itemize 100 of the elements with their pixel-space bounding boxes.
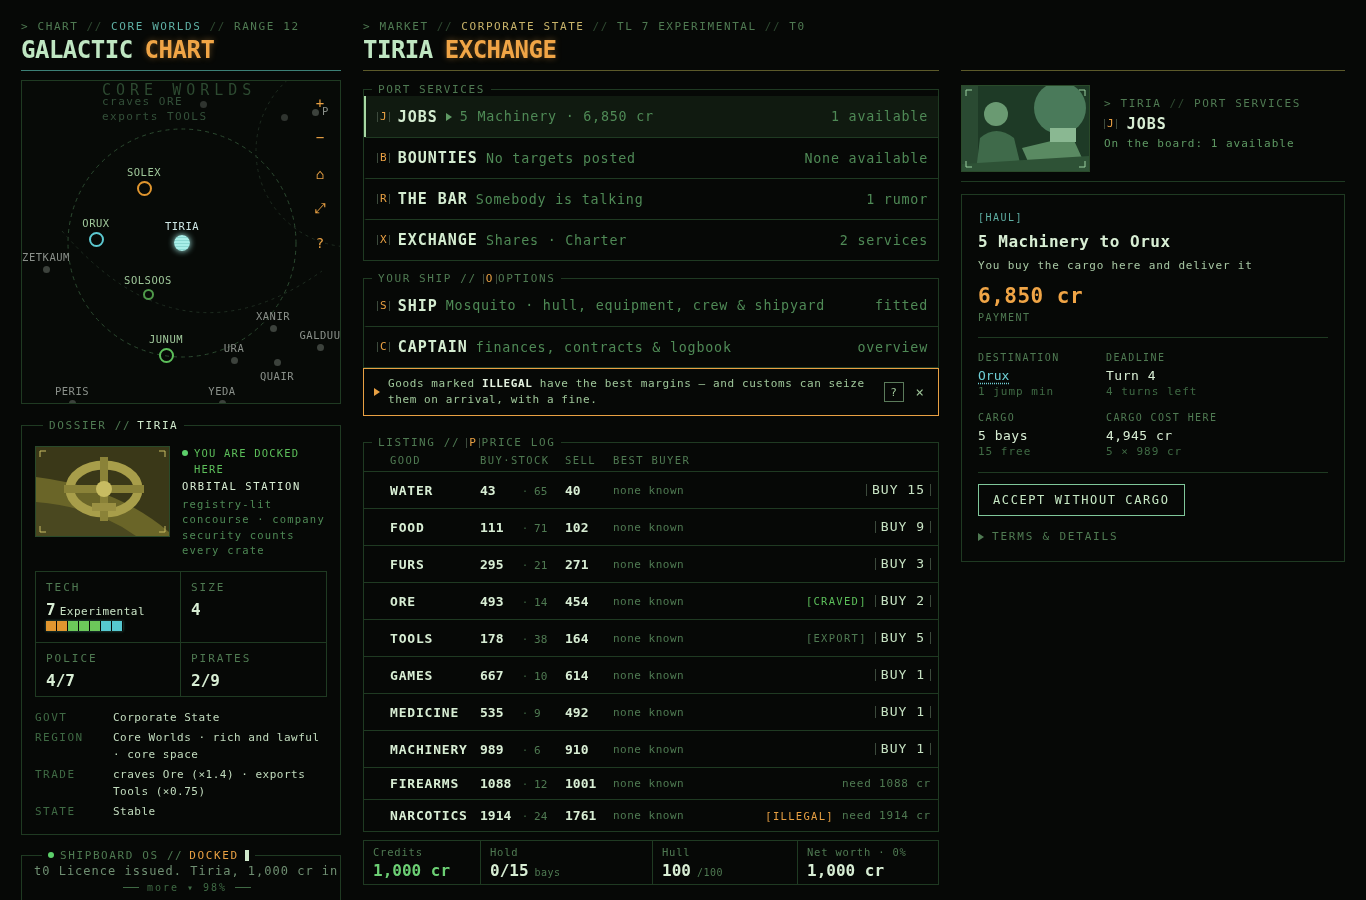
accept-button[interactable]: ACCEPT WITHOUT CARGO <box>978 484 1185 516</box>
breadcrumb-text: T0 <box>789 19 806 33</box>
key-hint: R <box>377 194 390 204</box>
section-label: DOSSIER // <box>49 419 132 432</box>
service-item[interactable]: R THE BAR Somebody is talking 1 rumor <box>364 178 938 219</box>
stat-unit: bays <box>534 867 561 878</box>
terms-link[interactable]: TERMS & DETAILS <box>992 530 1119 543</box>
sell-price: 454 <box>565 593 590 609</box>
field-note: 5 × 989 cr <box>1106 445 1183 458</box>
separator-dot: · <box>522 811 529 822</box>
map-control[interactable]: − <box>312 129 328 145</box>
map-control[interactable]: ⤢ <box>312 200 328 216</box>
buy-button[interactable]: BUY 3 <box>874 558 931 570</box>
star-system-marker[interactable] <box>316 343 324 351</box>
system-label[interactable]: GALDUU <box>299 328 340 341</box>
stat-label: PIRATES <box>191 651 253 665</box>
stat-label: Credits <box>373 846 424 858</box>
buy-button[interactable]: BUY 15 <box>866 484 931 496</box>
buy-price: 535 <box>480 704 505 720</box>
service-item[interactable]: B BOUNTIES No targets posted None available <box>364 137 938 178</box>
key-hint: O <box>482 273 497 284</box>
breadcrumb-text: PORT SERVICES <box>1194 96 1301 110</box>
field-label: DEADLINE <box>1106 352 1166 363</box>
field-value: 5 bays <box>978 428 1028 443</box>
separator-dot: · <box>522 596 529 608</box>
key-hint: P <box>466 437 481 448</box>
stat-label: Hold <box>490 846 520 858</box>
star-system-marker[interactable] <box>142 288 154 300</box>
buy-price: 1914 <box>480 808 513 823</box>
star-system-marker[interactable] <box>311 108 319 116</box>
stat-label: TECH <box>46 580 82 594</box>
help-button[interactable]: ? <box>883 382 904 402</box>
close-button[interactable]: × <box>911 384 928 400</box>
good-name: FOOD <box>390 519 426 535</box>
stock-count: 38 <box>534 632 548 646</box>
system-label[interactable]: ORUX <box>82 216 110 229</box>
system-label[interactable]: XANIR <box>255 309 291 322</box>
best-buyer: none known <box>613 483 686 497</box>
separator-dot: · <box>522 707 529 719</box>
system-label[interactable]: PERIS <box>54 384 90 397</box>
service-item[interactable]: C CAPTAIN finances, contracts & logbook overview <box>364 326 938 367</box>
buy-button[interactable]: BUY 9 <box>874 521 931 533</box>
star-system-marker[interactable] <box>136 180 152 196</box>
buy-price: 111 <box>480 519 505 535</box>
cursor-icon <box>244 849 249 861</box>
separator-dot: · <box>522 522 529 534</box>
breadcrumb-text: RANGE 12 <box>233 19 300 33</box>
map-control[interactable]: ⌂ <box>312 166 328 182</box>
star-system-marker[interactable] <box>230 356 238 364</box>
stock-count: 24 <box>534 810 548 823</box>
star-system-marker[interactable] <box>88 231 104 247</box>
buy-button[interactable]: BUY 2 <box>874 595 931 607</box>
stock-count: 10 <box>534 669 548 683</box>
system-label[interactable]: SOLSOOS <box>124 273 172 286</box>
funds-needed: need 1914 cr <box>841 809 931 822</box>
dock-status: DOCKED <box>189 849 239 862</box>
system-label[interactable]: JUNUM <box>148 332 184 345</box>
job-description: You buy the cargo here and deliver it <box>978 259 1254 272</box>
map-control[interactable]: ? <box>312 235 328 251</box>
section-label: SHIPBOARD OS // <box>60 849 184 862</box>
buy-button[interactable]: BUY 5 <box>874 632 931 644</box>
breadcrumb-text: // <box>436 19 454 33</box>
system-label[interactable]: SOLEX <box>126 165 162 178</box>
star-system-marker[interactable] <box>174 235 190 251</box>
system-label[interactable]: URA <box>223 341 245 354</box>
panel-title: JOBS <box>1126 115 1167 133</box>
service-item[interactable]: S SHIP Mosquito · hull, equipment, crew & shipyard fitted <box>364 285 938 326</box>
system-label[interactable]: ZETKAUM <box>22 250 70 263</box>
buy-price: 989 <box>480 741 505 757</box>
service-item[interactable]: X EXCHANGE Shares · Charter 2 services <box>364 219 938 260</box>
trade-tag: [CRAVED] <box>805 595 867 607</box>
system-label[interactable]: QUAIR <box>259 370 295 382</box>
best-buyer: none known <box>613 631 686 645</box>
sell-price: 910 <box>565 741 590 757</box>
section-link[interactable]: OPTIONS <box>497 272 556 285</box>
station-type: ORBITAL STATION <box>182 479 302 494</box>
good-name: MEDICINE <box>390 704 460 720</box>
star-system-marker[interactable] <box>158 347 174 363</box>
section-link[interactable]: PRICE LOG <box>481 436 556 449</box>
service-item[interactable]: J JOBS 5 Machinery · 6,850 cr 1 available <box>364 96 938 137</box>
breadcrumb-text: TL 7 EXPERIMENTAL <box>617 19 757 33</box>
buy-price: 493 <box>480 593 505 609</box>
stock-count: 14 <box>534 595 548 609</box>
buy-button[interactable]: BUY 1 <box>874 706 931 718</box>
key-hint: S <box>377 300 390 311</box>
system-label[interactable]: P <box>322 105 329 117</box>
buy-button[interactable]: BUY 1 <box>874 743 931 755</box>
region-note: exports TOOLS <box>102 110 208 123</box>
trade-tag: [ILLEGAL] <box>765 809 834 822</box>
page-title-accent: CHART <box>144 36 215 64</box>
destination-link[interactable]: Orux <box>978 368 1010 383</box>
buy-button[interactable]: BUY 1 <box>874 669 931 681</box>
system-label[interactable]: YEDA <box>208 384 236 397</box>
fact-label: GOVT <box>35 709 69 726</box>
breadcrumb-text: > CHART <box>21 19 79 33</box>
best-buyer: none known <box>613 520 686 534</box>
star-system-marker[interactable] <box>269 324 277 332</box>
system-label[interactable]: TIRIA <box>164 220 200 232</box>
star-system-marker[interactable] <box>273 358 281 366</box>
star-system-marker[interactable] <box>42 265 50 273</box>
